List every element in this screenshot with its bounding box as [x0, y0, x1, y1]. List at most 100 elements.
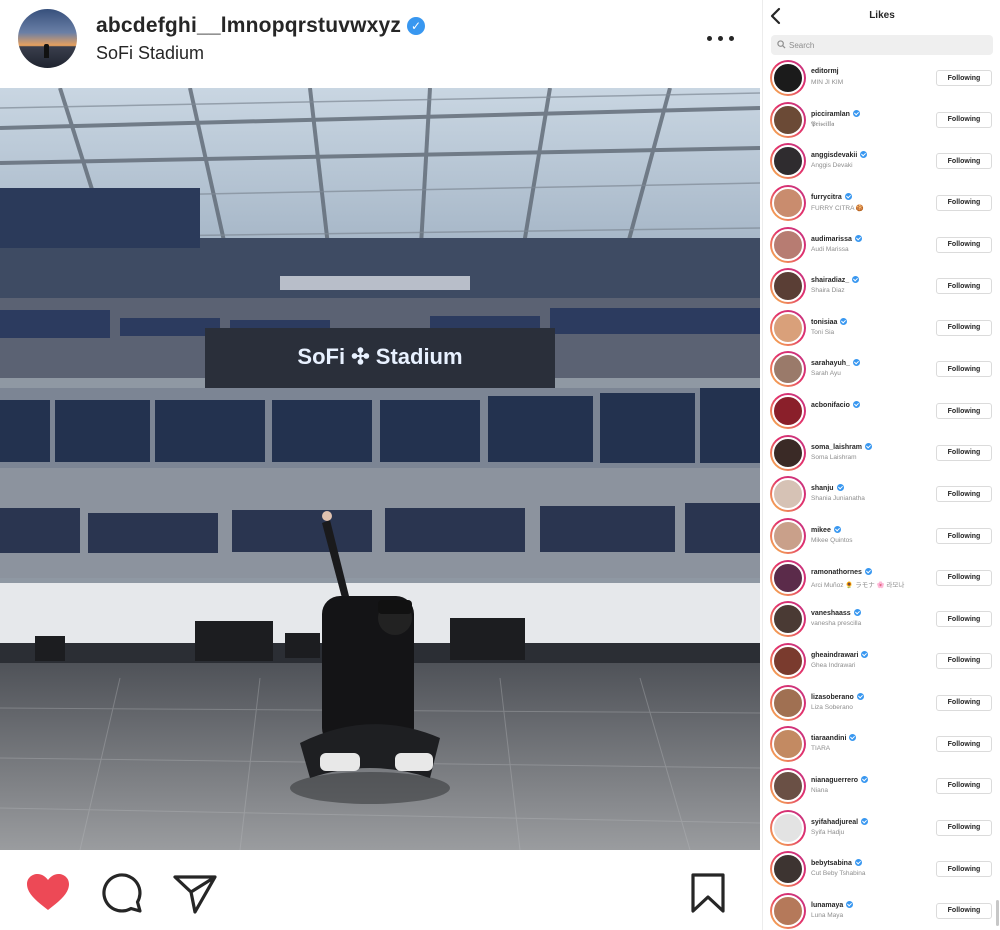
list-item[interactable]: shairadiaz_ Shaira Diaz Following [763, 265, 1000, 307]
following-button[interactable]: Following [936, 569, 992, 586]
liker-username[interactable]: syifahadjureal [811, 817, 869, 826]
following-button[interactable]: Following [936, 236, 992, 253]
avatar[interactable] [770, 476, 806, 513]
liker-username[interactable]: sarahayuh_ [811, 359, 860, 367]
following-button[interactable]: Following [936, 486, 992, 503]
liker-username[interactable]: bebytsabina [811, 859, 862, 867]
liker-username[interactable]: ramonathornes [811, 567, 872, 576]
list-item[interactable]: vaneshaass vanesha prescilla Following [763, 598, 1000, 640]
post-photo[interactable]: SoFi ✣ Stadium [0, 88, 760, 850]
following-button[interactable]: Following [936, 736, 992, 753]
post-avatar[interactable] [18, 9, 77, 68]
avatar[interactable] [770, 101, 806, 138]
liker-username[interactable]: anggisdevakii [811, 151, 868, 159]
avatar[interactable] [770, 559, 806, 596]
list-item[interactable]: lizasoberano Liza Soberano Following [763, 682, 1000, 724]
liker-username[interactable]: mikee [811, 526, 841, 534]
list-item[interactable]: soma_laishram Soma Laishram Following [763, 432, 1000, 474]
list-item[interactable]: furrycitra FURRY CITRA 🍪 Following [763, 182, 1000, 224]
like-button[interactable] [25, 872, 71, 917]
post-username-text[interactable]: abcdefghi__lmnopqrstuvwxyz [96, 14, 401, 37]
avatar[interactable] [770, 226, 806, 263]
liker-username[interactable]: acbonifacio [811, 401, 860, 409]
following-button[interactable]: Following [936, 861, 992, 878]
more-options-icon[interactable] [704, 28, 738, 48]
liker-username[interactable]: shanju [811, 484, 844, 492]
avatar[interactable] [770, 518, 806, 555]
list-item[interactable]: audimarissa Audi Marissa Following [763, 224, 1000, 266]
avatar[interactable] [770, 184, 806, 221]
liker-username[interactable]: tonisiaa [811, 317, 848, 326]
avatar[interactable] [770, 684, 806, 721]
liker-username[interactable]: shairadiaz_ [811, 276, 860, 284]
liker-username[interactable]: tiaraandini [811, 734, 857, 742]
liker-username[interactable]: vaneshaass [811, 609, 861, 617]
liker-username[interactable]: audimarissa [811, 234, 862, 243]
list-item[interactable]: syifahadjureal Syifa Hadju Following [763, 807, 1000, 849]
post-username[interactable]: abcdefghi__lmnopqrstuvwxyz ✓ [96, 14, 426, 38]
list-item[interactable]: tiaraandini TIARA Following [763, 723, 1000, 765]
following-button[interactable]: Following [936, 361, 992, 378]
following-button[interactable]: Following [936, 652, 992, 669]
avatar[interactable] [770, 393, 806, 430]
following-button[interactable]: Following [936, 153, 992, 170]
avatar[interactable] [770, 60, 806, 96]
following-button[interactable]: Following [936, 111, 992, 128]
search-bar[interactable] [771, 35, 993, 55]
following-button[interactable]: Following [936, 70, 992, 86]
avatar[interactable] [770, 351, 806, 388]
avatar[interactable] [770, 601, 806, 638]
list-item[interactable]: editormj MIN JI KIM Following [763, 57, 1000, 99]
list-item[interactable]: gheaindrawari Ghea Indrawari Following [763, 640, 1000, 682]
following-button[interactable]: Following [936, 902, 992, 919]
liker-username[interactable]: lizasoberano [811, 692, 864, 701]
liker-username[interactable]: nianaguerrero [811, 775, 869, 784]
following-button[interactable]: Following [936, 528, 992, 545]
following-button[interactable]: Following [936, 694, 992, 711]
list-item[interactable]: nianaguerrero Niana Following [763, 765, 1000, 807]
list-item[interactable]: tonisiaa Toni Sia Following [763, 307, 1000, 349]
liker-username[interactable]: furrycitra [811, 192, 852, 201]
avatar[interactable] [770, 434, 806, 471]
avatar[interactable] [770, 809, 806, 846]
list-item[interactable]: lunamaya Luna Maya Following [763, 890, 1000, 930]
following-button[interactable]: Following [936, 278, 992, 295]
list-item[interactable]: bebytsabina Cut Beby Tshabina Following [763, 848, 1000, 890]
list-item[interactable]: ramonathornes Arci Muñoz 🌻 ラモナ 🌸 라모나 Follo… [763, 557, 1000, 599]
avatar[interactable] [770, 851, 806, 888]
avatar[interactable] [770, 726, 806, 763]
liker-username[interactable]: editormj [811, 68, 839, 75]
liker-username[interactable]: gheaindrawari [811, 650, 869, 659]
comment-button[interactable] [101, 872, 143, 919]
avatar[interactable] [770, 309, 806, 346]
list-item[interactable]: shanju Shania Junianatha Following [763, 473, 1000, 515]
following-button[interactable]: Following [936, 611, 992, 628]
following-button[interactable]: Following [936, 777, 992, 794]
liker-username[interactable]: picciramlan [811, 109, 860, 118]
share-button[interactable] [173, 874, 217, 919]
verified-badge-icon [844, 192, 852, 200]
following-button[interactable]: Following [936, 403, 992, 420]
post-location[interactable]: SoFi Stadium [96, 43, 204, 64]
list-item[interactable]: picciramlan 𝕻𝖗𝖎𝖘𝖈𝖎𝖑𝖑𝖆 Following [763, 99, 1000, 141]
liker-username[interactable]: lunamaya [811, 900, 854, 909]
liker-username[interactable]: soma_laishram [811, 442, 872, 451]
save-button[interactable] [690, 872, 726, 919]
avatar[interactable] [770, 892, 806, 929]
scrollbar[interactable] [996, 900, 999, 926]
verified-badge-icon [853, 609, 861, 617]
list-item[interactable]: sarahayuh_ Sarah Ayu Following [763, 348, 1000, 390]
search-input[interactable] [789, 37, 985, 53]
avatar[interactable] [770, 143, 806, 180]
avatar[interactable] [770, 642, 806, 679]
following-button[interactable]: Following [936, 319, 992, 336]
liker-full-name: Sarah Ayu [811, 370, 841, 378]
list-item[interactable]: anggisdevakii Anggis Devaki Following [763, 140, 1000, 182]
avatar[interactable] [770, 767, 806, 804]
avatar[interactable] [770, 268, 806, 305]
list-item[interactable]: acbonifacio Following [763, 390, 1000, 432]
following-button[interactable]: Following [936, 444, 992, 461]
list-item[interactable]: mikee Mikee Quintos Following [763, 515, 1000, 557]
following-button[interactable]: Following [936, 194, 992, 211]
following-button[interactable]: Following [936, 819, 992, 836]
